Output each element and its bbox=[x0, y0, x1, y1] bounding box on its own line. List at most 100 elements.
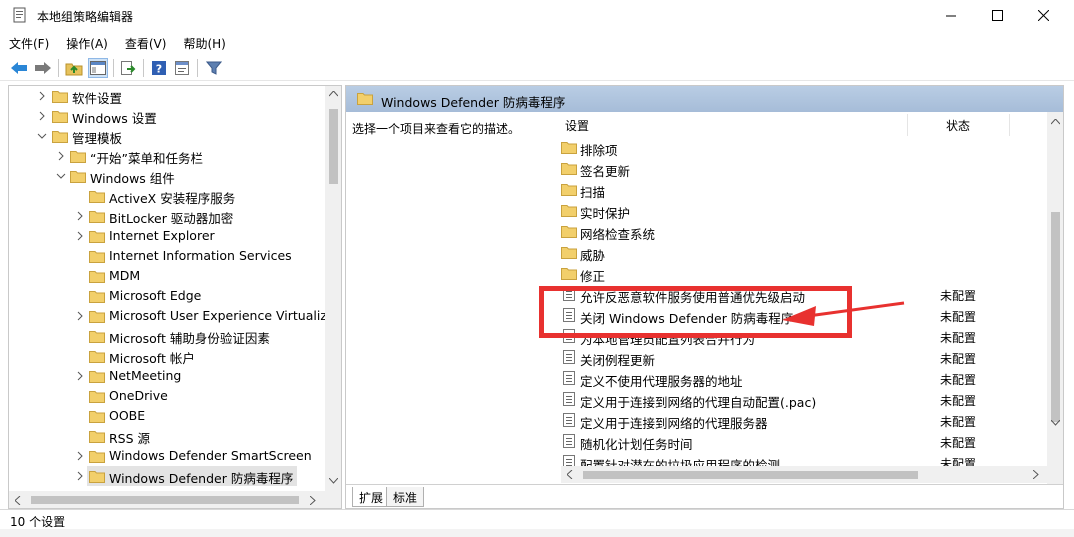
menu-file[interactable]: 文件(F) bbox=[0, 32, 57, 52]
scroll-left-icon[interactable] bbox=[15, 496, 21, 505]
chevron-right-icon[interactable] bbox=[55, 150, 67, 162]
folder-icon bbox=[561, 268, 577, 280]
chevron-down-icon[interactable] bbox=[36, 130, 48, 142]
list-item-label: 实时保护 bbox=[580, 206, 631, 221]
tree-item-label: ActiveX 安装程序服务 bbox=[109, 191, 236, 206]
tree-item[interactable]: Microsoft 帐户 bbox=[9, 346, 325, 366]
list-folder-item[interactable]: 排除项 bbox=[561, 137, 1047, 158]
forward-button[interactable] bbox=[33, 58, 53, 78]
folder-icon bbox=[89, 231, 105, 243]
description-text: 选择一个项目来查看它的描述。 bbox=[352, 122, 521, 136]
chevron-right-icon[interactable] bbox=[74, 310, 86, 322]
details-horizontal-scrollbar[interactable] bbox=[561, 466, 1047, 483]
back-button[interactable] bbox=[9, 58, 29, 78]
export-list-button[interactable] bbox=[118, 58, 138, 78]
tree-item[interactable]: Microsoft User Experience Virtualiza bbox=[9, 306, 335, 326]
column-setting[interactable]: 设置 bbox=[565, 112, 589, 138]
tree-item[interactable]: 软件设置 bbox=[9, 86, 325, 106]
tree-item-label: Windows 组件 bbox=[90, 171, 175, 186]
tree-item[interactable]: NetMeeting bbox=[9, 366, 325, 386]
tree-pane[interactable]: 软件设置 Windows 设置 管理模板 “开始”菜单和任务栏 Windows 组件 Ac… bbox=[8, 85, 342, 509]
list-setting-item[interactable]: 随机化计划任务时间 未配置 bbox=[561, 431, 1047, 452]
setting-state: 未配置 bbox=[940, 415, 977, 429]
menu-view[interactable]: 查看(V) bbox=[116, 32, 175, 52]
folder-icon bbox=[89, 351, 105, 363]
list-folder-item[interactable]: 扫描 bbox=[561, 179, 1047, 200]
chevron-right-icon[interactable] bbox=[74, 230, 86, 242]
tree-item[interactable]: OneDrive bbox=[9, 386, 325, 406]
status-text: 10 个设置 bbox=[10, 515, 66, 529]
chevron-right-icon[interactable] bbox=[36, 110, 48, 122]
tree-item[interactable]: Microsoft Edge bbox=[9, 286, 325, 306]
chevron-right-icon[interactable] bbox=[74, 210, 86, 222]
tree-hscroll-thumb[interactable] bbox=[31, 496, 299, 504]
chevron-right-icon[interactable] bbox=[74, 450, 86, 462]
tree-item[interactable]: Windows 设置 bbox=[9, 106, 325, 126]
details-header: Windows Defender 防病毒程序 bbox=[346, 86, 1063, 112]
close-button[interactable] bbox=[1020, 0, 1066, 30]
help-icon: ? bbox=[152, 61, 166, 76]
filter-button[interactable] bbox=[204, 58, 224, 78]
list-folder-item[interactable]: 修正 bbox=[561, 263, 1047, 284]
chevron-right-icon[interactable] bbox=[74, 370, 86, 382]
list-folder-item[interactable]: 网络检查系统 bbox=[561, 221, 1047, 242]
help-button[interactable]: ? bbox=[149, 58, 169, 78]
list-setting-item[interactable]: 定义用于连接到网络的代理自动配置(.pac) 未配置 bbox=[561, 389, 1047, 410]
details-scroll-thumb[interactable] bbox=[1051, 212, 1060, 422]
tree-item[interactable]: Internet Information Services bbox=[9, 246, 325, 266]
tab-standard[interactable]: 标准 bbox=[386, 487, 425, 507]
tree-item[interactable]: RSS 源 bbox=[9, 426, 325, 446]
scroll-right-icon[interactable] bbox=[310, 496, 316, 505]
list-setting-item[interactable]: 关闭例程更新 未配置 bbox=[561, 347, 1047, 368]
menu-help[interactable]: 帮助(H) bbox=[174, 32, 233, 52]
folder-icon bbox=[89, 331, 105, 343]
tree-item[interactable]: 管理模板 bbox=[9, 126, 325, 146]
tree-item[interactable]: Windows 组件 bbox=[9, 166, 325, 186]
details-vertical-scrollbar[interactable] bbox=[1047, 112, 1063, 484]
tree-item[interactable]: OOBE bbox=[9, 406, 325, 426]
tree-item[interactable]: “开始”菜单和任务栏 bbox=[9, 146, 325, 166]
chevron-down-icon[interactable] bbox=[55, 170, 67, 182]
tree-item[interactable]: Internet Explorer bbox=[9, 226, 325, 246]
tree-item[interactable]: Windows Defender 防病毒程序 bbox=[77, 466, 297, 486]
list-folder-item[interactable]: 签名更新 bbox=[561, 158, 1047, 179]
maximize-button[interactable] bbox=[974, 0, 1020, 30]
tree-item-label: Internet Information Services bbox=[109, 248, 292, 263]
scroll-down-icon[interactable] bbox=[1051, 420, 1060, 426]
scroll-up-icon[interactable] bbox=[1051, 119, 1060, 125]
tree-item[interactable]: BitLocker 驱动器加密 bbox=[9, 206, 325, 226]
list-setting-item[interactable]: 定义不使用代理服务器的地址 未配置 bbox=[561, 368, 1047, 389]
scroll-right-icon[interactable] bbox=[1033, 470, 1039, 479]
tree-item[interactable]: Microsoft 辅助身份验证因素 bbox=[9, 326, 325, 346]
tree-scroll-thumb[interactable] bbox=[329, 109, 338, 184]
tree-item-label: Internet Explorer bbox=[109, 228, 215, 243]
list-setting-item[interactable]: 定义用于连接到网络的代理服务器 未配置 bbox=[561, 410, 1047, 431]
properties-button[interactable] bbox=[172, 58, 192, 78]
scroll-left-icon[interactable] bbox=[567, 470, 573, 479]
folder-icon bbox=[70, 171, 86, 183]
chevron-right-icon[interactable] bbox=[36, 90, 48, 102]
tree-item-label: Windows Defender SmartScreen bbox=[109, 448, 312, 463]
minimize-button[interactable] bbox=[928, 0, 974, 30]
show-tree-button[interactable] bbox=[88, 58, 108, 78]
tree-item[interactable]: MDM bbox=[9, 266, 325, 286]
tree-item[interactable]: ActiveX 安装程序服务 bbox=[9, 186, 325, 206]
menu-action[interactable]: 操作(A) bbox=[57, 32, 116, 52]
folder-icon bbox=[89, 291, 105, 303]
scroll-up-icon[interactable] bbox=[329, 91, 338, 97]
column-state[interactable]: 状态 bbox=[946, 112, 970, 138]
folder-icon bbox=[561, 226, 577, 238]
tree-item[interactable]: Windows Defender SmartScreen bbox=[9, 446, 325, 466]
list-folder-item[interactable]: 实时保护 bbox=[561, 200, 1047, 221]
chevron-right-icon[interactable] bbox=[74, 470, 86, 482]
tab-extended[interactable]: 扩展 bbox=[352, 487, 391, 507]
folder-icon bbox=[89, 451, 105, 463]
up-folder-button[interactable] bbox=[64, 58, 84, 78]
tree-vertical-scrollbar[interactable] bbox=[325, 86, 341, 491]
tree-horizontal-scrollbar[interactable] bbox=[9, 491, 341, 508]
view-tabs: 扩展 标准 bbox=[346, 484, 1063, 508]
folder-icon bbox=[52, 91, 68, 103]
list-folder-item[interactable]: 威胁 bbox=[561, 242, 1047, 263]
scroll-down-icon[interactable] bbox=[329, 478, 338, 484]
details-hscroll-thumb[interactable] bbox=[583, 471, 918, 479]
